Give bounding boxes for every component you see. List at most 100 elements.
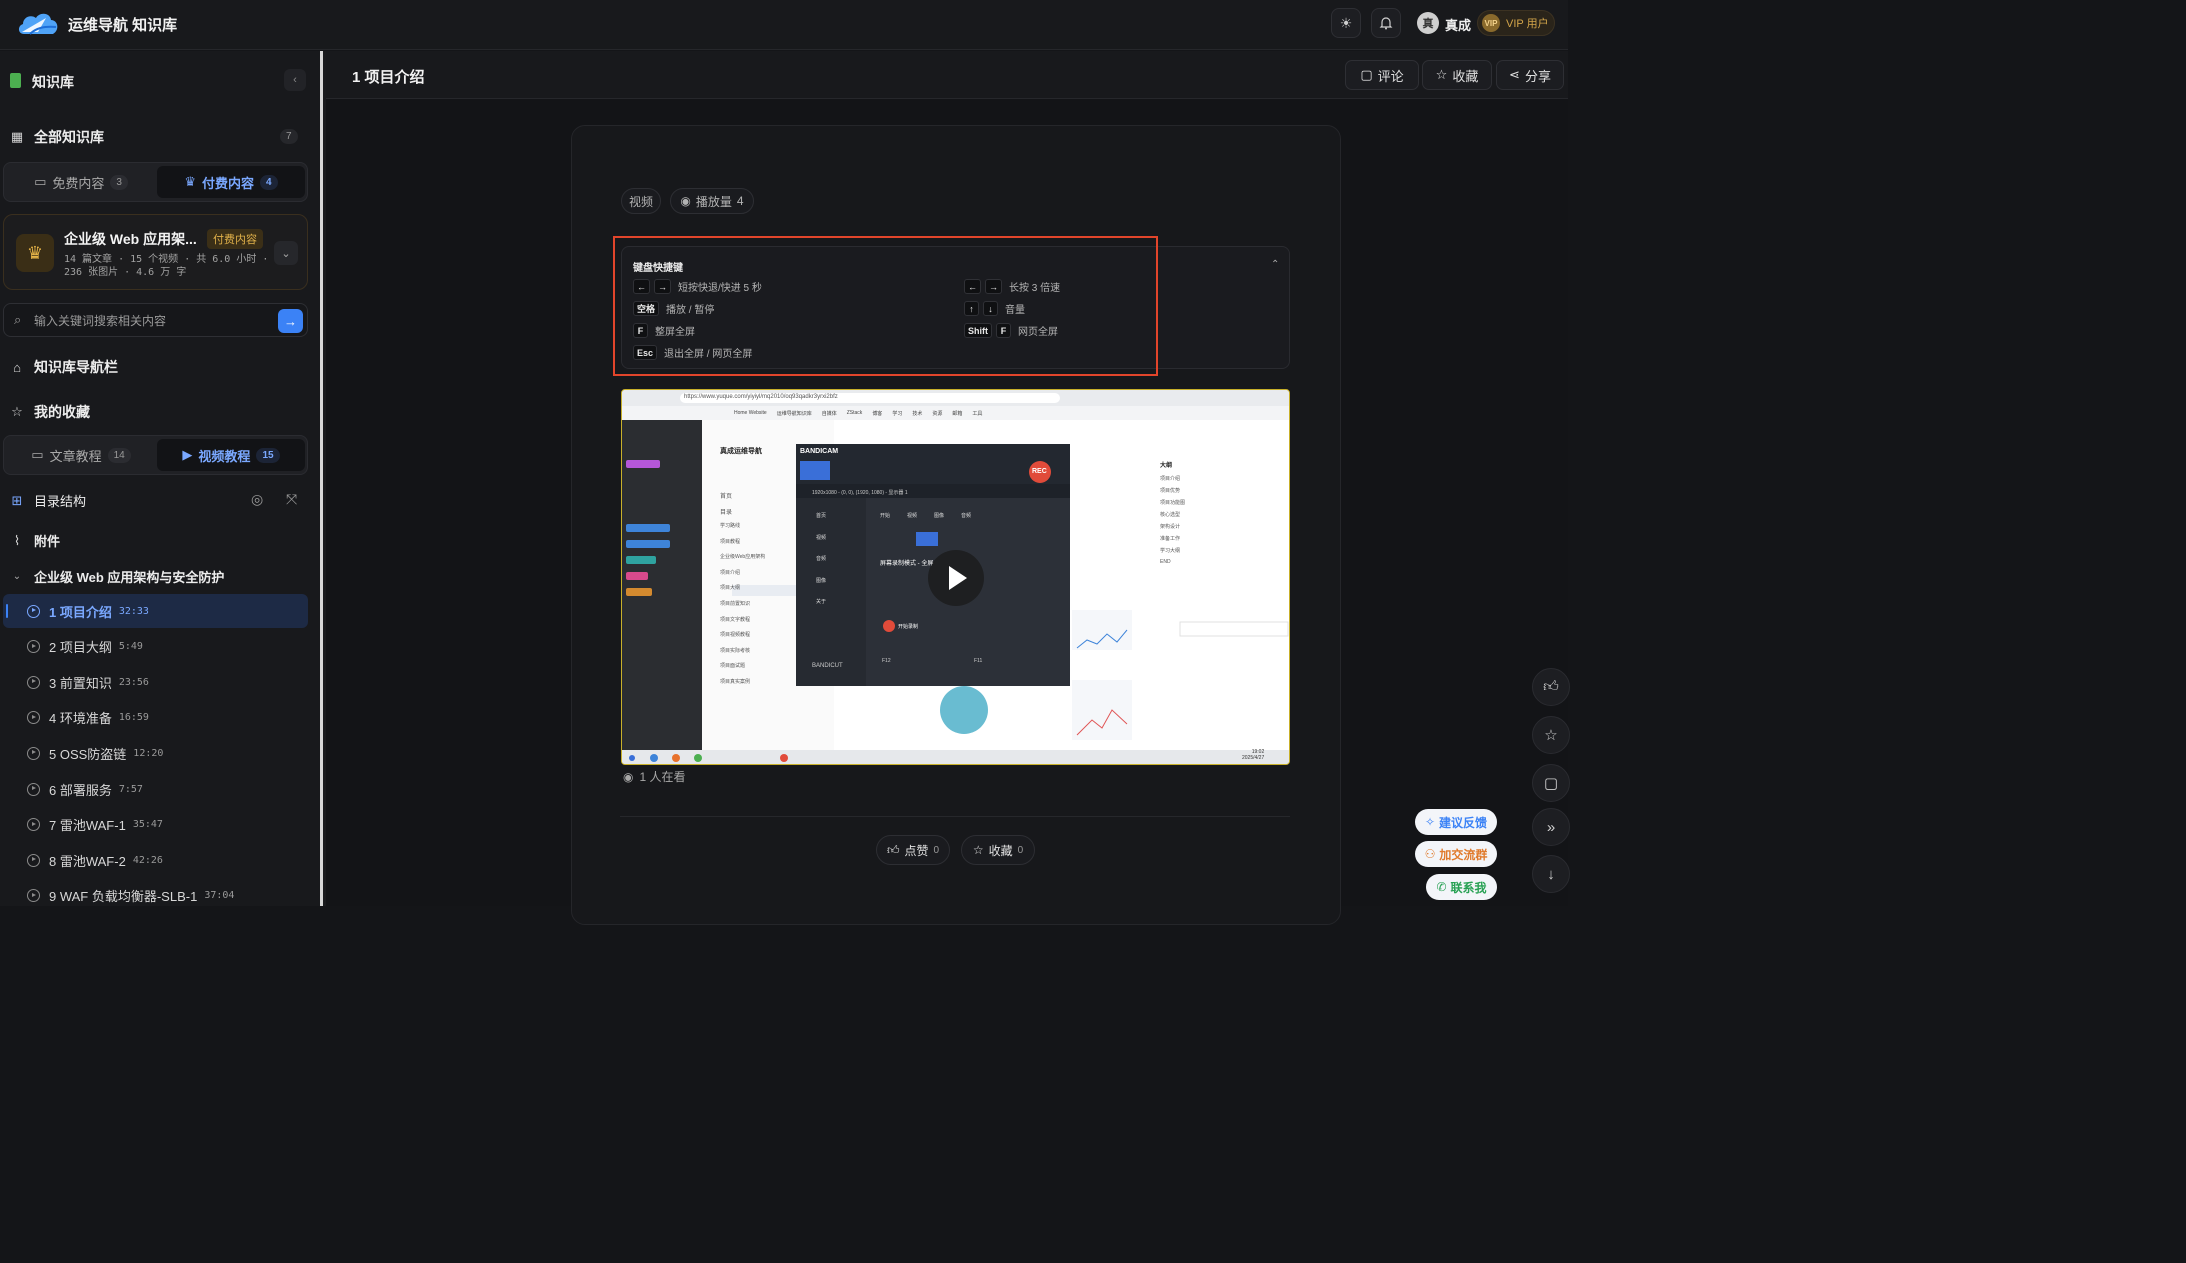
join-group-button[interactable]: ⚇ 加交流群 bbox=[1415, 841, 1497, 867]
video-player[interactable]: https://www.yuque.com/yiyiyl/mq2010/oq93… bbox=[621, 389, 1290, 765]
share-button[interactable]: ⋖ 分享 bbox=[1496, 60, 1564, 90]
browser-bookmarks: Home Website 运维导航知识库 自媒体 ZStack 博客 学习 技术… bbox=[734, 410, 982, 417]
bandicam-title: BANDICAM bbox=[800, 448, 839, 455]
lesson-item[interactable]: 5 OSS防盗链 12:20 bbox=[3, 736, 308, 770]
book-open-icon: ▭ bbox=[31, 447, 44, 462]
bookmark-item: 自媒体 bbox=[821, 411, 837, 417]
bandicam-menu-item: 首页 bbox=[816, 513, 827, 519]
bandicam-cut: BANDICUT bbox=[812, 663, 843, 669]
star-icon: ☆ bbox=[1544, 727, 1558, 744]
lesson-item[interactable]: 8 雷池WAF-2 42:26 bbox=[3, 843, 308, 877]
chevron-left-icon: ‹ bbox=[293, 74, 297, 86]
attachments-label: 附件 bbox=[34, 534, 61, 549]
favorite-label: 收藏 bbox=[1452, 68, 1479, 84]
nav-bar-item[interactable]: ⌂ 知识库导航栏 bbox=[10, 357, 118, 377]
float-comment-button[interactable]: ▢ bbox=[1532, 764, 1570, 802]
outline-item: 学习大纲 bbox=[1160, 548, 1181, 554]
arrow-down-icon: ↓ bbox=[1547, 865, 1555, 883]
lesson-item[interactable]: 1 项目介绍 32:33 bbox=[3, 594, 308, 628]
play-circle-icon bbox=[27, 675, 40, 689]
sun-icon: ☀ bbox=[1339, 14, 1353, 31]
lesson-duration: 35:47 bbox=[132, 819, 163, 831]
bandicam-hotkey-2: F11 bbox=[974, 658, 983, 664]
like-label: 点赞 bbox=[904, 843, 929, 858]
lesson-title: 9 WAF 负载均衡器-SLB-1 bbox=[49, 889, 198, 905]
course-expand-button[interactable]: ⌄ bbox=[274, 241, 298, 265]
page-header: 1 项目介绍 ▢ 评论 ☆ 收藏 ⋖ 分享 bbox=[326, 51, 1568, 99]
outline-item: 项目介绍 bbox=[1160, 476, 1181, 482]
collapse-sidebar-button[interactable]: ‹ bbox=[284, 69, 306, 91]
bookmark-item: 运维导航知识库 bbox=[776, 411, 812, 417]
yuque-tree-item: 项目大纲 bbox=[720, 585, 741, 592]
lesson-item[interactable]: 9 WAF 负载均衡器-SLB-1 37:04 bbox=[3, 879, 308, 906]
grid-icon: ▦ bbox=[10, 129, 24, 144]
site-title[interactable]: 运维导航 知识库 bbox=[68, 14, 177, 35]
collapse-all-icon[interactable]: ⤧ bbox=[286, 491, 297, 508]
tab-video-tutorials[interactable]: ▶ 视频教程 15 bbox=[157, 439, 305, 471]
chevron-down-icon: ⌄ bbox=[12, 571, 22, 582]
feedback-label: 建议反馈 bbox=[1439, 815, 1488, 830]
float-like-button[interactable]: 👍︎ bbox=[1532, 668, 1570, 706]
bandicam-tab: 音频 bbox=[961, 513, 972, 519]
lesson-item[interactable]: 4 环境准备 16:59 bbox=[3, 701, 308, 735]
lesson-item[interactable]: 3 前置知识 23:56 bbox=[3, 665, 308, 699]
views-label: 播放量 bbox=[695, 194, 732, 209]
paperclip-icon: ⌇ bbox=[13, 532, 21, 548]
like-button[interactable]: 👍︎ 点赞 0 bbox=[876, 835, 950, 865]
tab-article-tutorials[interactable]: ▭ 文章教程 14 bbox=[7, 439, 155, 471]
bandicam-menu-item: 音频 bbox=[816, 556, 827, 562]
lesson-item[interactable]: 7 雷池WAF-1 35:47 bbox=[3, 808, 308, 842]
bandicam-tab: 视频 bbox=[907, 513, 918, 519]
bandicam-start: 开始录制 bbox=[898, 624, 919, 630]
contact-button[interactable]: ✆ 联系我 bbox=[1426, 874, 1497, 900]
views-count: 4 bbox=[736, 194, 744, 208]
course-card[interactable]: ♛ 企业级 Web 应用架... 付费内容 14 篇文章 · 15 个视频 · … bbox=[3, 214, 308, 290]
lesson-duration: 42:26 bbox=[132, 854, 163, 866]
favorites-item[interactable]: ☆ 我的收藏 bbox=[10, 402, 90, 422]
lesson-title: 8 雷池WAF-2 bbox=[49, 853, 126, 869]
bottom-favorite-label: 收藏 bbox=[988, 843, 1013, 858]
bottom-favorite-button[interactable]: ☆ 收藏 0 bbox=[961, 835, 1035, 865]
float-expand-button[interactable]: » bbox=[1532, 808, 1570, 846]
search-submit-button[interactable]: → bbox=[278, 309, 303, 333]
bookmark-item: 学习 bbox=[892, 411, 903, 417]
theme-toggle-button[interactable]: ☀ bbox=[1331, 8, 1361, 38]
tree-structure-icon: ⊞ bbox=[11, 492, 23, 508]
share-icon: ⋖ bbox=[1509, 67, 1520, 82]
avatar[interactable]: 真 bbox=[1417, 12, 1439, 34]
feedback-button[interactable]: ✧ 建议反馈 bbox=[1415, 809, 1497, 835]
lesson-item[interactable]: 6 部署服务 7:57 bbox=[3, 772, 308, 806]
toc-header: ⊞ 目录结构 bbox=[10, 491, 86, 510]
comment-icon: ▢ bbox=[1543, 775, 1559, 792]
notification-button[interactable] bbox=[1371, 8, 1401, 38]
lesson-duration: 37:04 bbox=[204, 890, 235, 902]
vip-badge[interactable]: VIP VIP 用户 bbox=[1477, 10, 1555, 36]
chevron-up-icon[interactable]: ⌃ bbox=[1271, 259, 1279, 270]
lesson-title: 2 项目大纲 bbox=[49, 640, 112, 656]
tab-paid-content[interactable]: ♛ 付费内容 4 bbox=[157, 166, 305, 198]
bell-icon bbox=[1379, 17, 1393, 30]
tab-free-content[interactable]: ▭ 免费内容 3 bbox=[7, 166, 155, 198]
lesson-item[interactable]: 2 项目大纲 5:49 bbox=[3, 630, 308, 664]
bandicam-menu-item: 视频 bbox=[816, 534, 827, 541]
lesson-title: 7 雷池WAF-1 bbox=[49, 818, 126, 834]
lesson-title: 6 部署服务 bbox=[49, 782, 112, 798]
type-tag: 视频 bbox=[621, 188, 661, 214]
lightbulb-icon: ✧ bbox=[1424, 815, 1436, 829]
user-name[interactable]: 真成 bbox=[1445, 15, 1471, 34]
top-bar: 运维导航 知识库 ☀ 真 真成 VIP VIP 用户 bbox=[0, 0, 1568, 50]
home-icon: ⌂ bbox=[13, 359, 21, 375]
video-camera-icon: ▶ bbox=[182, 447, 193, 462]
section-header[interactable]: ⌄ 企业级 Web 应用架构与安全防护 bbox=[10, 567, 225, 586]
locate-icon[interactable]: ◎ bbox=[251, 491, 263, 508]
float-scroll-down-button[interactable]: ↓ bbox=[1532, 855, 1570, 893]
favorite-button[interactable]: ☆ 收藏 bbox=[1422, 60, 1492, 90]
all-knowledge-base-item[interactable]: ▦ 全部知识库 bbox=[10, 127, 104, 147]
cloud-logo-icon[interactable] bbox=[16, 8, 60, 40]
search-input[interactable] bbox=[34, 310, 274, 332]
join-group-label: 加交流群 bbox=[1439, 847, 1488, 862]
comment-button[interactable]: ▢ 评论 bbox=[1345, 60, 1419, 90]
attachments-item[interactable]: ⌇ 附件 bbox=[10, 531, 60, 550]
float-favorite-button[interactable]: ☆ bbox=[1532, 716, 1570, 754]
course-title: 企业级 Web 应用架... bbox=[64, 231, 197, 247]
